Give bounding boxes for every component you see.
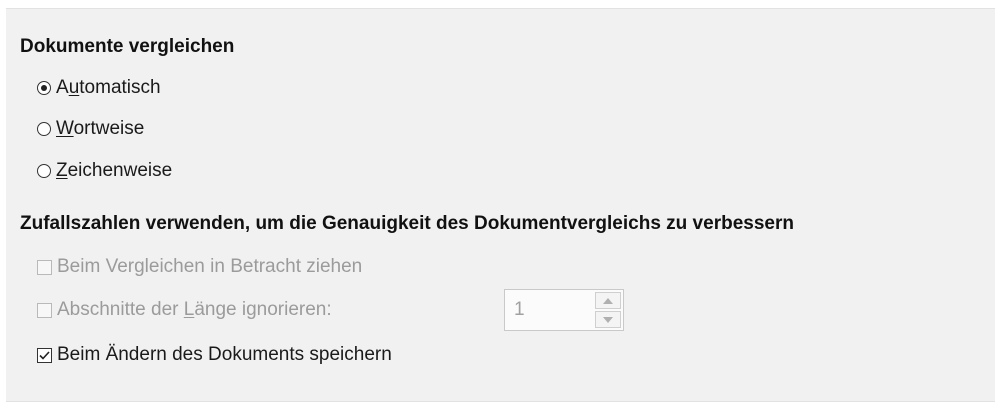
compare-documents-heading: Dokumente vergleichen	[20, 36, 235, 57]
radio-automatic[interactable]: Automatisch	[37, 75, 161, 101]
radio-selected-icon	[37, 81, 51, 95]
radio-automatic-label: Automatisch	[56, 77, 161, 98]
radio-by-word[interactable]: Wortweise	[37, 116, 144, 142]
radio-unselected-icon	[37, 164, 51, 178]
radio-by-character-label: Zeichenweise	[56, 160, 173, 181]
arrow-down-icon	[603, 316, 613, 323]
check-icon	[39, 350, 50, 360]
checkbox-store-when-changing[interactable]: Beim Ändern des Dokuments speichern	[37, 342, 392, 368]
length-spinbox-value: 1	[514, 299, 525, 320]
spin-up-button[interactable]	[595, 292, 621, 309]
checkbox-unchecked-icon	[37, 259, 52, 275]
ignore-pieces-of-length-label: Abschnitte der Länge ignorieren:	[57, 299, 332, 320]
checkbox-checked	[37, 347, 52, 363]
consider-when-comparing-label: Beim Vergleichen in Betracht ziehen	[57, 256, 363, 277]
random-numbers-heading: Zufallszahlen verwenden, um die Genauigk…	[20, 213, 794, 234]
radio-unselected-icon	[37, 122, 51, 136]
spin-down-button[interactable]	[595, 311, 621, 328]
radio-by-word-label: Wortweise	[56, 118, 145, 139]
checkbox-ignore-pieces-of-length[interactable]: Abschnitte der Länge ignorieren:	[37, 297, 332, 323]
checkbox-consider-when-comparing[interactable]: Beim Vergleichen in Betracht ziehen	[37, 254, 362, 280]
radio-by-character[interactable]: Zeichenweise	[37, 158, 172, 184]
length-spinbox[interactable]: 1	[504, 289, 624, 331]
store-when-changing-label: Beim Ändern des Dokuments speichern	[57, 344, 392, 365]
arrow-up-icon	[603, 297, 613, 304]
checkbox-unchecked-icon	[37, 302, 52, 318]
